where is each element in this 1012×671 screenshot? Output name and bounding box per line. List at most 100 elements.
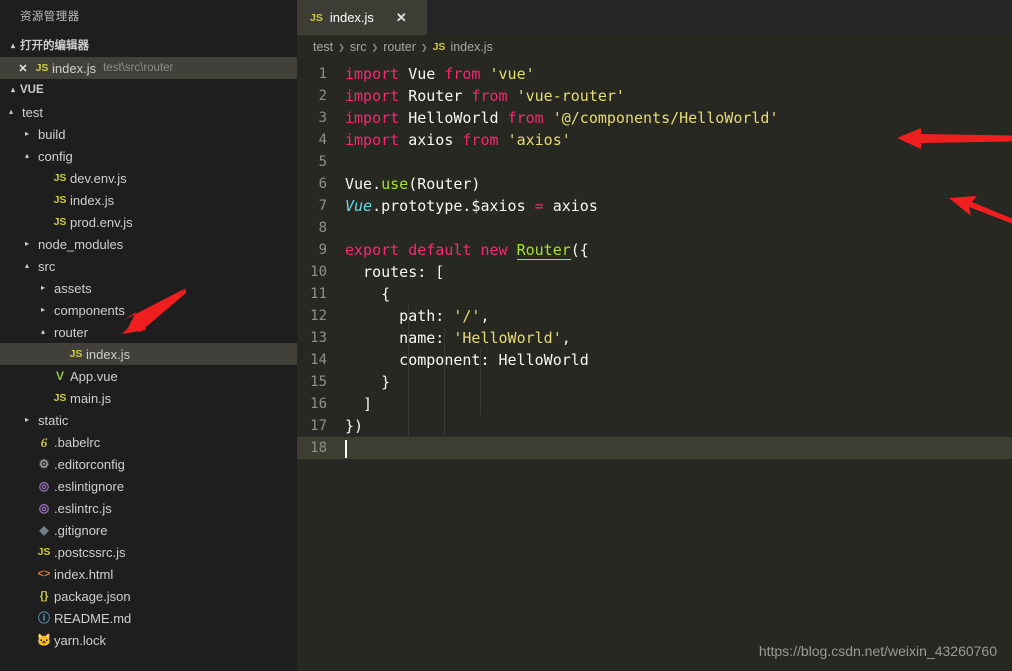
- file-tree: ▴test▸build▴config·JSdev.env.js·JSindex.…: [0, 101, 297, 651]
- tree-spacer: ·: [20, 570, 34, 578]
- js-icon: JS: [53, 391, 67, 404]
- code-token: new: [480, 241, 517, 259]
- tree-item-readme-md[interactable]: ·ⓘ README.md: [0, 607, 297, 629]
- close-icon[interactable]: ✕: [14, 62, 32, 75]
- code-line[interactable]: 15 }: [297, 371, 1012, 393]
- breadcrumb-part[interactable]: src: [350, 40, 367, 54]
- breadcrumb-part[interactable]: router: [383, 40, 416, 54]
- tree-item-build[interactable]: ▸ build: [0, 123, 297, 145]
- tree-item-index-html[interactable]: ·<>index.html: [0, 563, 297, 585]
- code-line[interactable]: 16 ]: [297, 393, 1012, 415]
- code-token: use: [381, 175, 409, 193]
- code-token: ,: [480, 307, 490, 325]
- tree-item-main-js[interactable]: ·JSmain.js: [0, 387, 297, 409]
- tree-spacer: ·: [20, 504, 34, 512]
- code-line[interactable]: 7 Vue.prototype.$axios = axios: [297, 195, 1012, 217]
- code-token: import: [345, 87, 409, 105]
- line-number: 9: [318, 242, 327, 258]
- code-line[interactable]: 18: [297, 437, 1012, 459]
- breadcrumb-file[interactable]: index.js: [450, 40, 492, 54]
- tree-item-node-modules[interactable]: ▸ node_modules: [0, 233, 297, 255]
- tree-item-yarn-lock[interactable]: ·🐱yarn.lock: [0, 629, 297, 651]
- tree-item-index-js[interactable]: ·JSindex.js: [0, 189, 297, 211]
- tree-spacer: ·: [20, 636, 34, 644]
- tree-item-app-vue[interactable]: · V App.vue: [0, 365, 297, 387]
- workspace-root-header[interactable]: ▴ VUE: [0, 79, 297, 101]
- code-line[interactable]: 2 import Router from 'vue-router': [297, 85, 1012, 107]
- tree-item-router[interactable]: ▴ router: [0, 321, 297, 343]
- text-cursor: [345, 439, 347, 458]
- code-line[interactable]: 8: [297, 217, 1012, 239]
- line-number: 5: [318, 154, 327, 170]
- code-token: axios: [543, 197, 598, 215]
- tree-item-test[interactable]: ▴ test: [0, 101, 297, 123]
- tree-item-src[interactable]: ▴ src: [0, 255, 297, 277]
- close-icon[interactable]: ✕: [396, 10, 407, 26]
- tree-item-package-json[interactable]: · {} package.json: [0, 585, 297, 607]
- breadcrumb-part[interactable]: test: [313, 40, 333, 54]
- code-line[interactable]: 6 Vue.use(Router): [297, 173, 1012, 195]
- code-line[interactable]: 3 import HelloWorld from '@/components/He…: [297, 107, 1012, 129]
- line-number: 17: [310, 418, 327, 434]
- js-icon: JS: [310, 11, 323, 24]
- tree-item-postcssrc-js[interactable]: ·JS.postcssrc.js: [0, 541, 297, 563]
- code-line[interactable]: 14 component: HelloWorld: [297, 349, 1012, 371]
- open-editors-header[interactable]: ▴ 打开的编辑器: [0, 35, 297, 57]
- js-icon: JS: [53, 171, 67, 184]
- line-number: 4: [318, 132, 327, 148]
- code-token: }): [345, 417, 364, 435]
- tree-item-prod-env-js[interactable]: ·JSprod.env.js: [0, 211, 297, 233]
- tree-item-babelrc[interactable]: · 6 .babelrc: [0, 431, 297, 453]
- code-line[interactable]: 5: [297, 151, 1012, 173]
- tree-item-static[interactable]: ▸ static: [0, 409, 297, 431]
- code-token: from: [444, 65, 490, 83]
- tree-item-label: .babelrc: [54, 434, 101, 450]
- line-number: 8: [318, 220, 327, 236]
- code-line[interactable]: 12 path: '/',: [297, 305, 1012, 327]
- code-token: 'vue-router': [516, 87, 625, 105]
- tree-item-eslintrc-js[interactable]: · ◎ .eslintrc.js: [0, 497, 297, 519]
- chevron-right-icon: ▸: [24, 239, 29, 248]
- explorer-title: 资源管理器: [20, 11, 80, 23]
- code-line-text: import Vue from 'vue': [345, 63, 535, 85]
- code-token: .prototype.$axios: [372, 197, 535, 215]
- tab-index-js[interactable]: JS index.js ✕: [297, 0, 427, 35]
- tree-item-gitignore[interactable]: · ◆ .gitignore: [0, 519, 297, 541]
- tree-item-config[interactable]: ▴ config: [0, 145, 297, 167]
- code-line[interactable]: 17}): [297, 415, 1012, 437]
- code-line[interactable]: 1 import Vue from 'vue': [297, 63, 1012, 85]
- code-line[interactable]: 11 {: [297, 283, 1012, 305]
- tree-item-eslintignore[interactable]: · ◎ .eslintignore: [0, 475, 297, 497]
- tree-item-dev-env-js[interactable]: ·JSdev.env.js: [0, 167, 297, 189]
- js-icon: JS: [69, 347, 83, 360]
- tree-item-components[interactable]: ▸ components: [0, 299, 297, 321]
- tree-item-index-js[interactable]: ·JSindex.js: [0, 343, 297, 365]
- open-editor-item[interactable]: ✕ JS index.js test\src\router: [0, 57, 297, 79]
- vscode-window: 资源管理器 ▴ 打开的编辑器 ✕ JS index.js test\src\route…: [0, 0, 1012, 671]
- babel-icon: 6: [40, 434, 48, 450]
- breadcrumb: test ❯ src ❯ router ❯ JS index.js: [297, 35, 1012, 59]
- code-line[interactable]: 9 export default new Router({: [297, 239, 1012, 261]
- code-editor[interactable]: 1 import Vue from 'vue' 2 import Router fro…: [297, 59, 1012, 459]
- tree-item-label: main.js: [70, 390, 112, 406]
- tree-item-assets[interactable]: ▸ assets: [0, 277, 297, 299]
- line-number: 11: [310, 286, 327, 302]
- tree-item-label: dev.env.js: [70, 170, 127, 186]
- explorer-sidebar: 资源管理器 ▴ 打开的编辑器 ✕ JS index.js test\src\route…: [0, 0, 297, 671]
- json-icon: {}: [39, 589, 49, 602]
- code-line[interactable]: 4 import axios from 'axios': [297, 129, 1012, 151]
- line-number: 16: [310, 396, 327, 412]
- code-token: import: [345, 109, 409, 127]
- code-line-text: }): [345, 415, 363, 437]
- code-token: {: [345, 285, 391, 303]
- chevron-down-icon: ▴: [8, 107, 13, 116]
- code-token: routes: [: [345, 263, 445, 281]
- tree-spacer: ·: [20, 592, 34, 600]
- tree-item-editorconfig[interactable]: · ⚙ .editorconfig: [0, 453, 297, 475]
- tree-spacer: ·: [36, 394, 50, 402]
- tree-item-label: .eslintrc.js: [54, 500, 112, 516]
- code-token: Vue: [408, 65, 445, 83]
- code-line-text: component: HelloWorld: [345, 349, 589, 371]
- code-line[interactable]: 10 routes: [: [297, 261, 1012, 283]
- code-line[interactable]: 13 name: 'HelloWorld',: [297, 327, 1012, 349]
